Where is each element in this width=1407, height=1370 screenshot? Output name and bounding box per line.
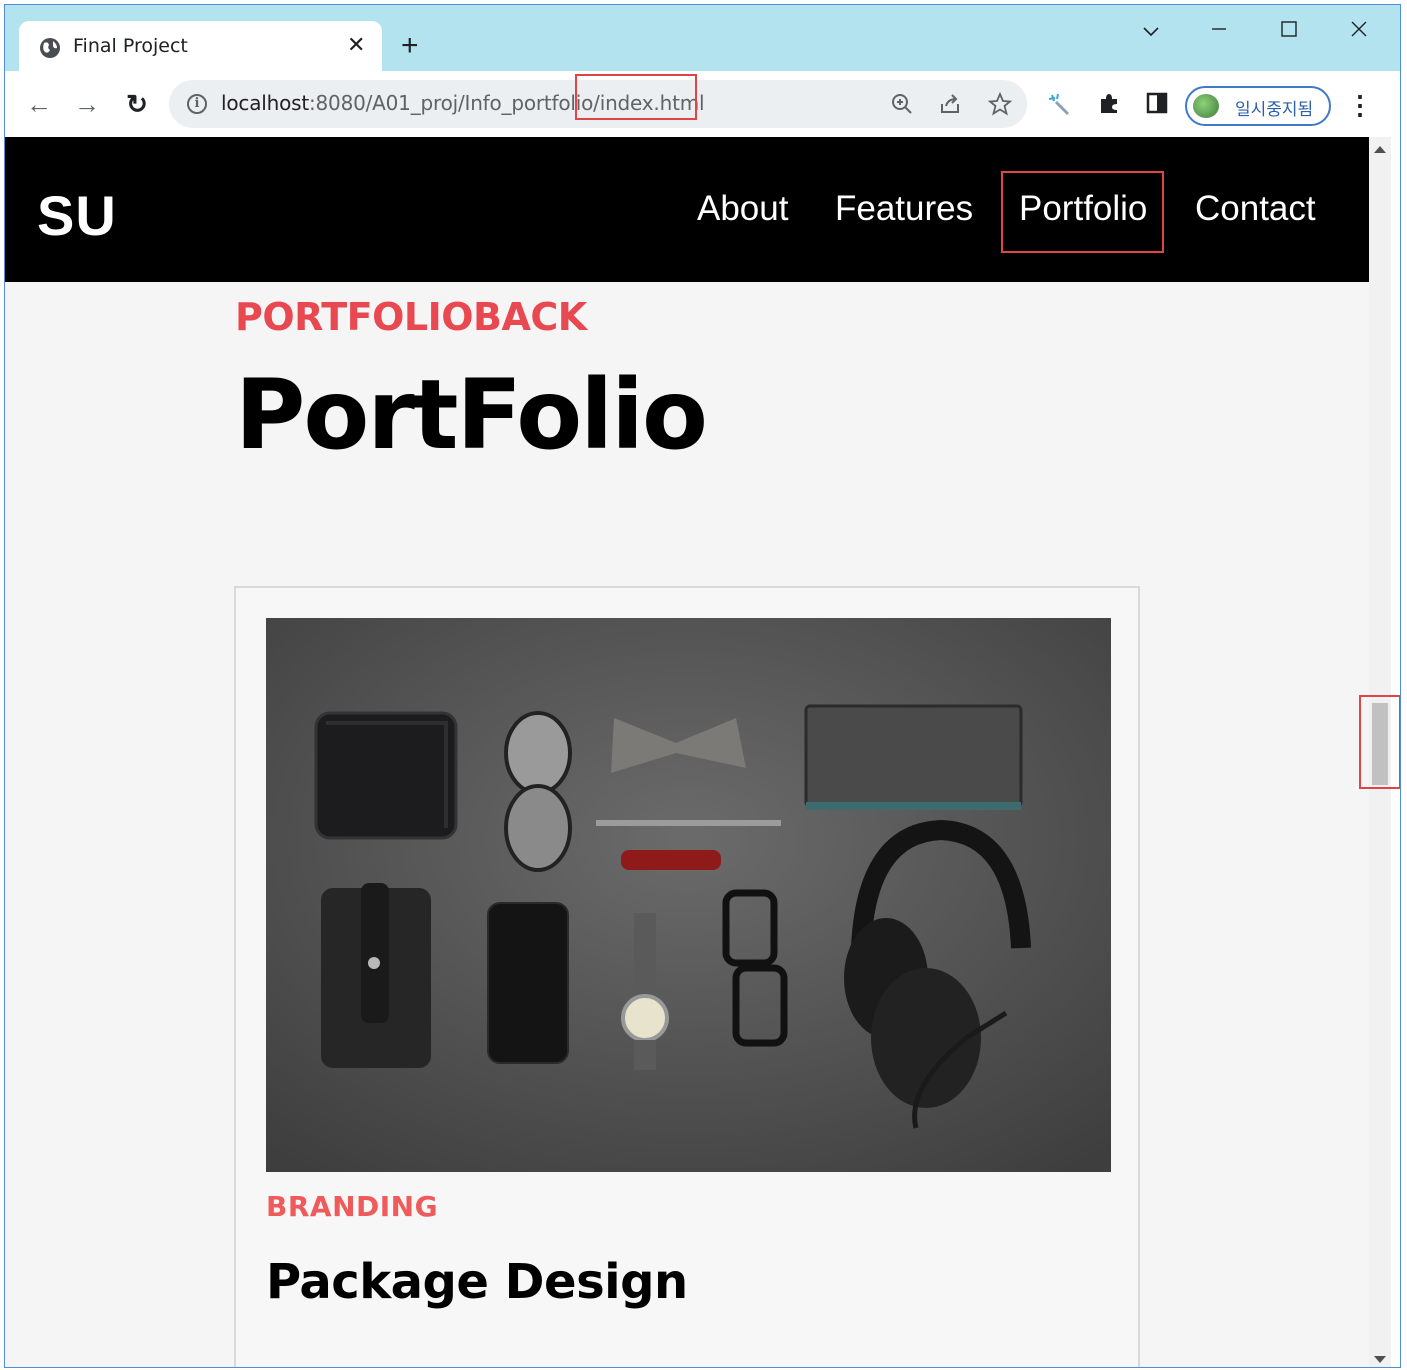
tab-title: Final Project [73,35,188,57]
tab-final-project[interactable]: Final Project ✕ [19,21,382,73]
card-category: BRANDING [266,1190,439,1223]
scroll-down-arrow-icon[interactable] [1374,1356,1386,1363]
url-host: localhost [221,91,309,115]
site-logo[interactable]: SU [37,183,117,248]
extension-sparkle-icon[interactable] [1045,91,1073,119]
scroll-up-arrow-icon[interactable] [1374,146,1386,153]
avatar [1193,94,1219,118]
portfolio-annotation-box [1001,171,1164,253]
page-viewport: SU About Features Portfolio Contact PORT… [5,137,1369,1367]
back-arrow-icon[interactable]: ← [23,88,55,120]
tab-search-dropdown-icon[interactable] [1131,15,1171,49]
minimize-icon[interactable] [1199,15,1239,49]
site-info-icon[interactable]: i [187,94,207,114]
forward-arrow-icon[interactable]: → [71,88,103,120]
side-panel-icon[interactable] [1143,91,1171,119]
profile-button[interactable]: 일시중지됨 [1185,86,1331,126]
nav-link-contact[interactable]: Contact [1195,189,1316,229]
url-annotation-box [575,74,697,120]
page-title: PortFolio [235,359,708,471]
browser-toolbar: ← → ↻ i localhost:8080/A01_proj/Info_por… [5,71,1400,137]
globe-icon [40,38,60,58]
site-navbar: SU About Features Portfolio Contact [5,137,1369,282]
profile-status-label: 일시중지됨 [1235,100,1314,120]
maximize-icon[interactable] [1269,15,1309,49]
tab-strip: Final Project ✕ + [5,5,1400,73]
close-window-icon[interactable] [1339,15,1379,49]
section-eyebrow: PORTFOLIOBACK [235,295,587,339]
portfolio-image[interactable] [266,618,1111,1172]
reload-icon[interactable]: ↻ [121,88,153,120]
address-bar[interactable]: i localhost:8080/A01_proj/Info_portfolio… [169,74,1027,128]
share-icon[interactable] [937,92,963,118]
browser-window: Final Project ✕ + ← → ↻ i localhost:8080… [4,4,1401,1368]
nav-link-features[interactable]: Features [835,189,973,229]
nav-link-about[interactable]: About [697,189,788,229]
star-icon[interactable] [987,91,1013,118]
puzzle-icon[interactable] [1095,91,1123,119]
tab-close-icon[interactable]: ✕ [347,33,365,57]
portfolio-card[interactable]: BRANDING Package Design [234,586,1140,1367]
new-tab-button[interactable]: + [401,31,419,61]
zoom-icon[interactable] [889,92,915,118]
card-title[interactable]: Package Design [266,1254,688,1310]
scrollbar-annotation-box [1359,695,1400,789]
menu-kebab-icon[interactable]: ⋮ [1347,89,1373,121]
